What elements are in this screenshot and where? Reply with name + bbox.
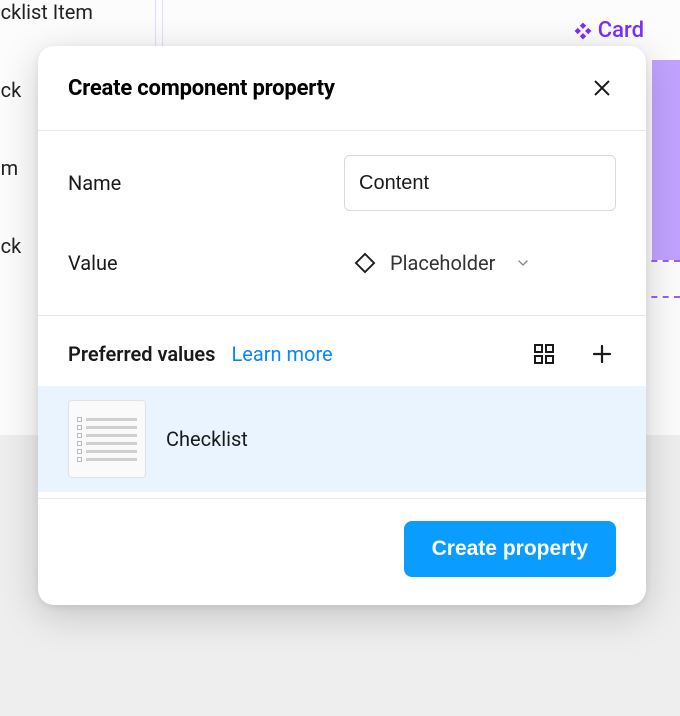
component-icon (574, 22, 592, 40)
name-input[interactable] (344, 155, 616, 211)
canvas-component-tag-card[interactable]: Card (574, 18, 644, 43)
canvas-label-checklist-item: ecklist Item (0, 0, 93, 24)
close-button[interactable] (588, 74, 616, 102)
add-value-button[interactable] (588, 340, 616, 368)
learn-more-link[interactable]: Learn more (231, 342, 332, 366)
value-label: Value (68, 251, 118, 275)
preferred-value-label: Checklist (166, 427, 248, 451)
diamond-icon (354, 252, 376, 274)
preferred-value-item[interactable]: Checklist (38, 386, 646, 492)
canvas-label-eck-1: eck (0, 78, 21, 102)
canvas-dashed-guide-1 (640, 260, 680, 262)
grid-view-button[interactable] (530, 340, 558, 368)
preferred-values-title: Preferred values (68, 342, 215, 366)
preferred-value-thumbnail (68, 400, 146, 478)
canvas-label-eck-2: eck (0, 234, 21, 258)
canvas-selected-frame-edge (652, 60, 680, 260)
value-select[interactable]: Placeholder (344, 235, 616, 291)
grid-icon (532, 342, 556, 366)
preferred-values-header: Preferred values Learn more (38, 316, 646, 386)
dialog-form-section: Name Value Placeholder (38, 131, 646, 315)
canvas-dashed-guide-2 (640, 296, 680, 298)
canvas-label-em: em (0, 156, 18, 180)
canvas-component-tag-label: Card (598, 18, 644, 43)
dialog-footer: Create property (38, 498, 646, 605)
close-icon (591, 77, 613, 99)
value-row: Value Placeholder (68, 235, 616, 291)
dialog-title: Create component property (68, 76, 335, 101)
plus-icon (590, 342, 614, 366)
create-property-button[interactable]: Create property (404, 521, 616, 577)
dialog-header: Create component property (38, 46, 646, 131)
create-component-property-dialog: Create component property Name Value Pla… (38, 46, 646, 605)
value-selected-text: Placeholder (390, 251, 495, 275)
name-label: Name (68, 171, 121, 195)
name-row: Name (68, 155, 616, 211)
chevron-down-icon (515, 255, 531, 271)
